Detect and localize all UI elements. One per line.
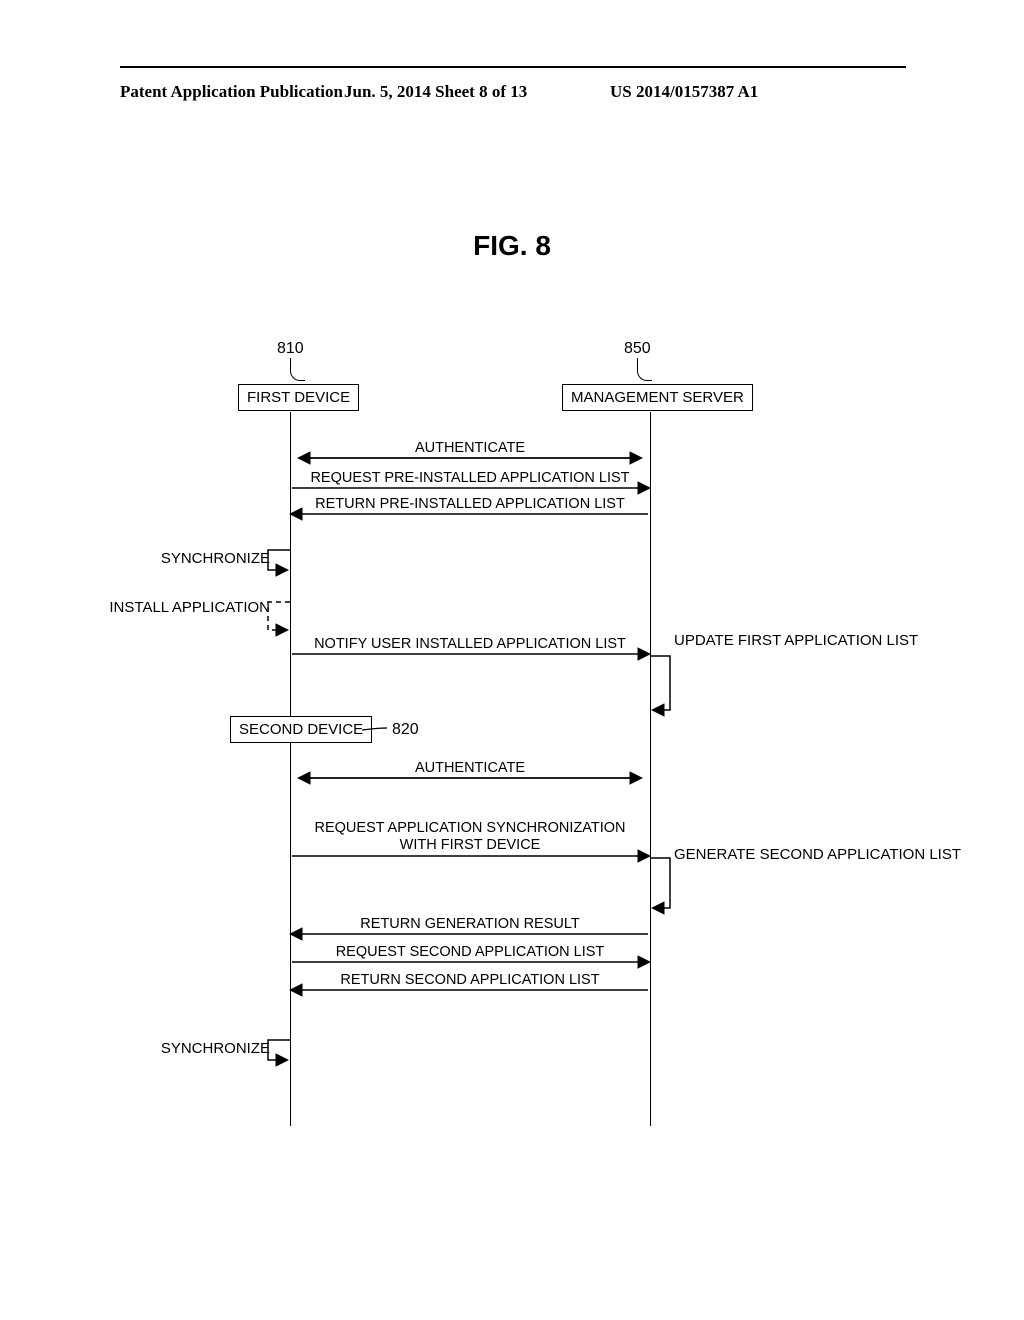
header-patent-number: US 2014/0157387 A1 <box>610 82 758 102</box>
figure-title: FIG. 8 <box>0 230 1024 262</box>
arrows-layer <box>130 340 910 1160</box>
header-divider <box>120 66 906 68</box>
header-date-sheet: Jun. 5, 2014 Sheet 8 of 13 <box>344 82 527 102</box>
page: Patent Application Publication Jun. 5, 2… <box>0 0 1024 1320</box>
header-publication: Patent Application Publication <box>120 82 343 102</box>
sequence-diagram: 810 850 FIRST DEVICE MANAGEMENT SERVER S… <box>130 340 910 1160</box>
